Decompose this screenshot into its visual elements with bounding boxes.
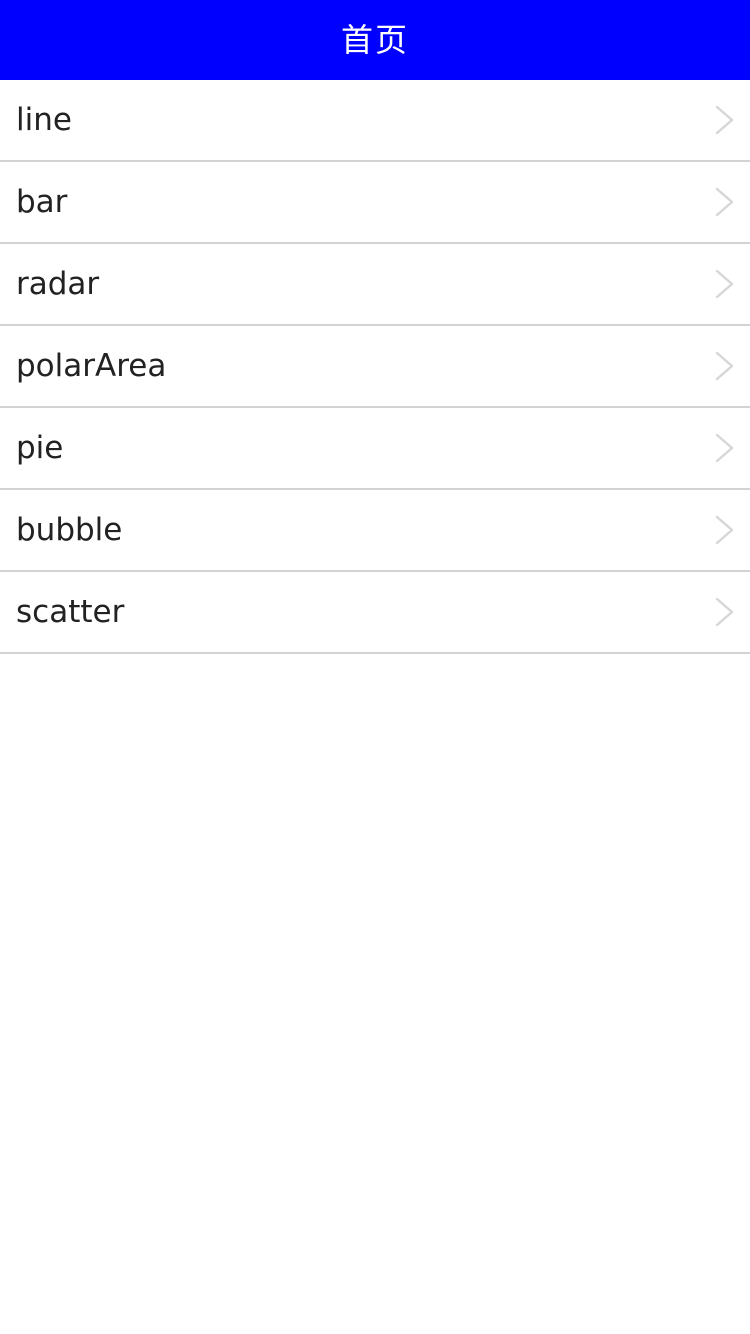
chevron-right-icon	[714, 269, 736, 299]
page-title: 首页	[340, 21, 409, 59]
chevron-right-icon	[714, 105, 736, 135]
list-item-pie[interactable]: pie	[0, 408, 750, 490]
list-item-label: line	[16, 102, 72, 138]
chevron-right-icon	[714, 433, 736, 463]
list-item-polararea[interactable]: polarArea	[0, 326, 750, 408]
chevron-right-icon	[714, 351, 736, 381]
chevron-right-icon	[714, 597, 736, 627]
app-screen: 首页 line bar radar polarArea pie bubble s…	[0, 0, 750, 1334]
list-item-label: pie	[16, 430, 64, 466]
navigation-bar: 首页	[0, 0, 750, 80]
chevron-right-icon	[714, 187, 736, 217]
list-item-bubble[interactable]: bubble	[0, 490, 750, 572]
list-item-label: bubble	[16, 512, 123, 548]
chevron-right-icon	[714, 515, 736, 545]
list-item-scatter[interactable]: scatter	[0, 572, 750, 654]
list-item-label: scatter	[16, 594, 125, 630]
list-item-label: radar	[16, 266, 100, 302]
list-item-radar[interactable]: radar	[0, 244, 750, 326]
list-item-line[interactable]: line	[0, 80, 750, 162]
list-item-label: bar	[16, 184, 68, 220]
list-item-label: polarArea	[16, 348, 167, 384]
chart-type-list: line bar radar polarArea pie bubble scat…	[0, 80, 750, 654]
list-item-bar[interactable]: bar	[0, 162, 750, 244]
